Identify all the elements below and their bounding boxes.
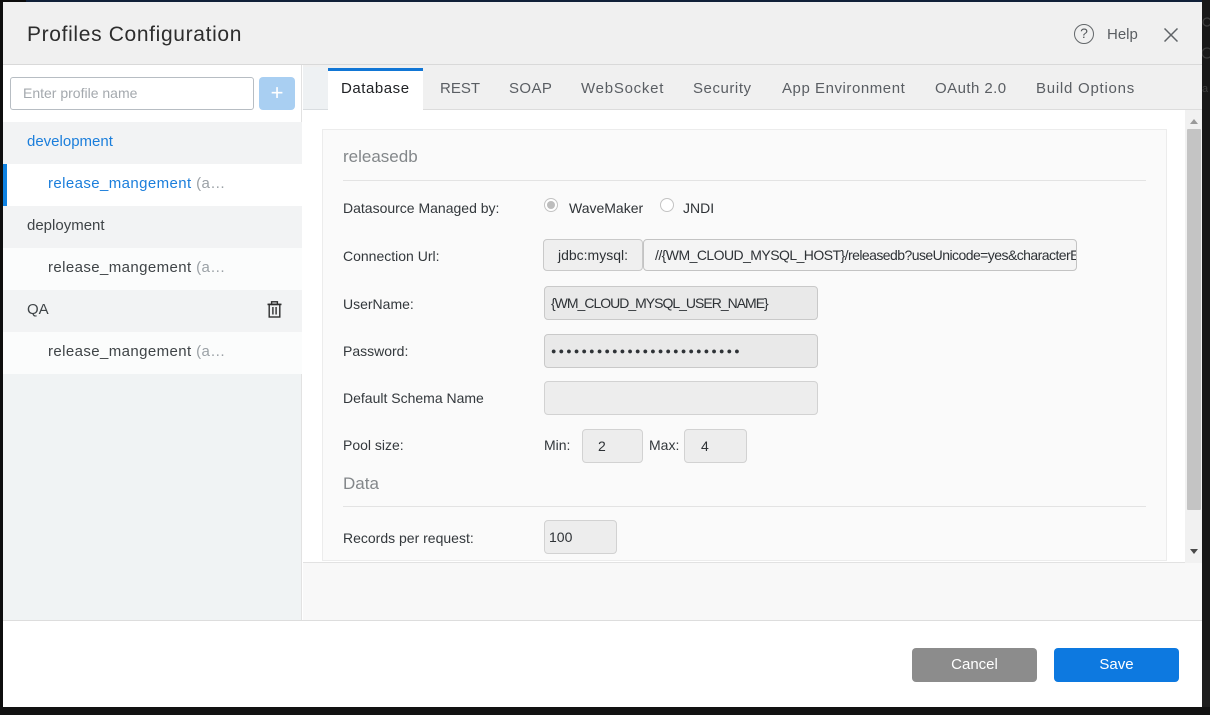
svg-text:a: a <box>1202 83 1209 95</box>
